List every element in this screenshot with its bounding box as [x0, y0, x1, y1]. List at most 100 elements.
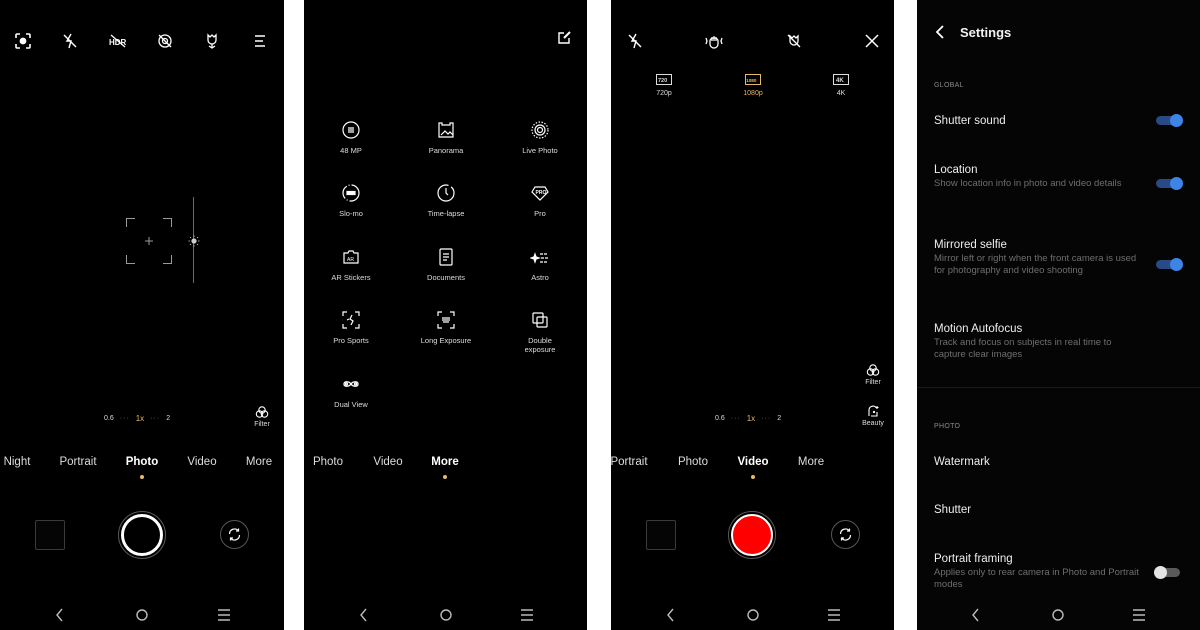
mode-photo[interactable]: Photo [678, 456, 708, 468]
resolution-4k[interactable]: 4K 4K [821, 74, 861, 97]
recents-icon[interactable] [214, 605, 234, 625]
mode-portrait[interactable]: Portrait [59, 456, 96, 468]
home-icon[interactable] [436, 605, 456, 625]
record-button[interactable] [728, 511, 776, 559]
mode-dual-view[interactable]: Dual View [306, 374, 396, 409]
mirrored-selfie-toggle[interactable] [1156, 258, 1183, 271]
dual-view-icon [341, 374, 361, 394]
setting-shutter-sound[interactable]: Shutter sound [934, 114, 1184, 128]
stabilization-icon[interactable] [704, 32, 723, 50]
flash-off-icon[interactable] [626, 32, 644, 50]
resolution-1080p[interactable]: 1080 1080p [733, 74, 773, 97]
shutter-button[interactable] [118, 511, 166, 559]
live-photo-icon [530, 120, 550, 140]
1080p-icon: 1080 [745, 74, 761, 87]
resolution-720p[interactable]: 720 720p [644, 74, 684, 97]
menu-icon[interactable] [251, 32, 269, 50]
focus-scan-icon[interactable] [14, 32, 32, 50]
mode-more[interactable]: More [798, 456, 824, 468]
setting-location[interactable]: Location Show location info in photo and… [934, 163, 1184, 190]
pro-icon: PRO [530, 183, 550, 203]
recents-icon[interactable] [1129, 605, 1149, 625]
gallery-thumbnail[interactable] [646, 520, 676, 550]
mode-double-exposure[interactable]: Double exposure [495, 310, 585, 354]
mode-video[interactable]: Video [373, 456, 402, 468]
mode-astro[interactable]: Astro [495, 247, 585, 282]
zoom-selector[interactable]: 0.6 ··· 1x ··· 2 [715, 414, 781, 423]
back-icon[interactable] [50, 605, 70, 625]
setting-portrait-framing[interactable]: Portrait framing Applies only to rear ca… [934, 552, 1184, 591]
macro-flower-icon[interactable] [203, 32, 221, 50]
focus-frame[interactable] [126, 218, 172, 264]
mode-selector[interactable]: Portrait Photo Video More [611, 456, 894, 470]
mode-long-exposure[interactable]: Long Exposure [401, 310, 491, 345]
location-toggle[interactable] [1156, 177, 1183, 190]
zoom-level-2[interactable]: 2 [777, 415, 781, 422]
mode-video[interactable]: Video [187, 456, 216, 468]
mode-slo-mo[interactable]: Slo-mo [306, 183, 396, 218]
mode-portrait[interactable]: Portrait [611, 456, 648, 468]
filter-button[interactable]: Filter [858, 363, 888, 386]
mode-ar-stickers[interactable]: AR AR Stickers [306, 247, 396, 282]
svg-text:PRO: PRO [536, 190, 547, 196]
mode-panorama[interactable]: Panorama [401, 120, 491, 155]
mode-documents[interactable]: Documents [401, 247, 491, 282]
live-off-icon[interactable] [156, 32, 174, 50]
mode-video[interactable]: Video [737, 456, 768, 468]
mode-more[interactable]: More [431, 456, 458, 468]
back-icon[interactable] [354, 605, 374, 625]
flash-off-icon[interactable] [61, 32, 79, 50]
mode-photo[interactable]: Photo [126, 456, 159, 468]
hdr-off-icon[interactable]: HDR [108, 32, 127, 50]
portrait-framing-toggle[interactable] [1154, 566, 1182, 579]
setting-mirrored-selfie[interactable]: Mirrored selfie Mirror left or right whe… [934, 238, 1184, 277]
filter-button[interactable]: Filter [247, 405, 277, 428]
switch-camera-button[interactable] [831, 520, 860, 549]
system-navbar [917, 605, 1200, 625]
exposure-sun-icon[interactable] [188, 235, 200, 247]
setting-shutter[interactable]: Shutter [934, 503, 1184, 517]
beauty-button[interactable]: Beauty [858, 404, 888, 427]
back-arrow-icon[interactable] [934, 24, 946, 40]
system-navbar [611, 605, 894, 625]
mode-selector[interactable]: Photo Video More [304, 456, 587, 470]
mode-night[interactable]: Night [4, 456, 31, 468]
ar-stickers-icon: AR [341, 247, 361, 267]
mode-live-photo[interactable]: Live Photo [495, 120, 585, 155]
mode-time-lapse[interactable]: Time-lapse [401, 183, 491, 218]
switch-camera-icon [839, 528, 852, 541]
home-icon[interactable] [743, 605, 763, 625]
home-icon[interactable] [1048, 605, 1068, 625]
zoom-level-0-6[interactable]: 0.6 [104, 415, 114, 422]
time-lapse-icon [436, 183, 456, 203]
zoom-selector[interactable]: 0.6 ··· 1x ··· 2 [104, 414, 170, 423]
recents-icon[interactable] [824, 605, 844, 625]
recents-icon[interactable] [517, 605, 537, 625]
switch-camera-button[interactable] [220, 520, 249, 549]
section-label-global: GLOBAL [934, 82, 964, 89]
gallery-thumbnail[interactable] [35, 520, 65, 550]
shutter-sound-toggle[interactable] [1156, 114, 1183, 127]
mode-more[interactable]: More [246, 456, 272, 468]
mode-photo[interactable]: Photo [313, 456, 343, 468]
setting-watermark[interactable]: Watermark [934, 455, 1184, 469]
zoom-level-0-6[interactable]: 0.6 [715, 415, 725, 422]
close-icon[interactable] [863, 32, 881, 50]
system-navbar [304, 605, 587, 625]
photo-camera-screen: HDR 0.6 ··· 1x ··· 2 Filter Night Portra… [0, 0, 284, 630]
zoom-level-1x[interactable]: 1x [747, 414, 755, 423]
back-icon[interactable] [966, 605, 986, 625]
mode-pro[interactable]: PRO Pro [495, 183, 585, 218]
setting-motion-autofocus[interactable]: Motion Autofocus Track and focus on subj… [934, 322, 1184, 361]
home-icon[interactable] [132, 605, 152, 625]
mode-48mp[interactable]: 48 MP [306, 120, 396, 155]
macro-off-icon[interactable] [785, 32, 803, 50]
edit-icon[interactable] [556, 30, 574, 48]
zoom-level-2[interactable]: 2 [166, 415, 170, 422]
svg-text:AR: AR [347, 257, 354, 263]
mode-selector[interactable]: Night Portrait Photo Video More [0, 456, 284, 470]
mode-pro-sports[interactable]: Pro Sports [306, 310, 396, 345]
panorama-icon [436, 120, 456, 140]
back-icon[interactable] [661, 605, 681, 625]
zoom-level-1x[interactable]: 1x [136, 414, 144, 423]
